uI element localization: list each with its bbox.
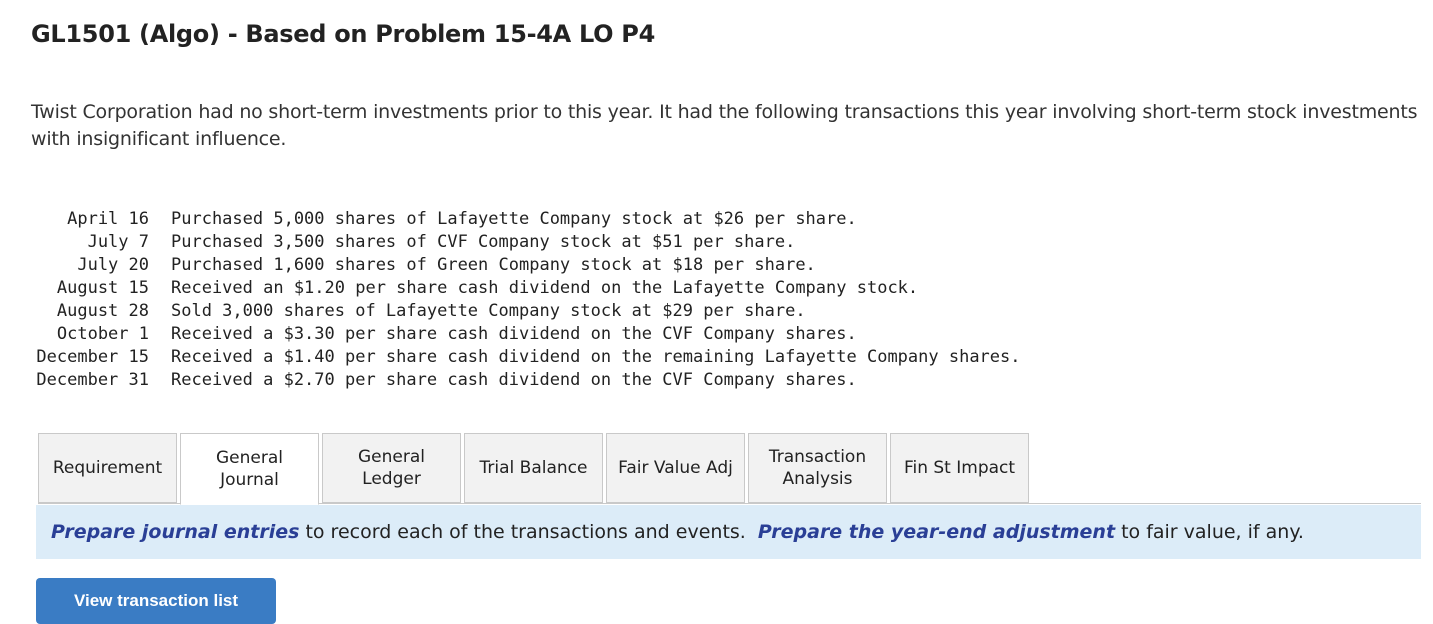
tab-label-line1: Requirement xyxy=(52,458,163,478)
transaction-date: December 31 xyxy=(36,370,149,390)
tab-label-line1: Trial Balance xyxy=(479,458,588,478)
page-title: GL1501 (Algo) - Based on Problem 15-4A L… xyxy=(31,20,655,48)
tab-label-line1: Fair Value Adj xyxy=(618,458,733,478)
transaction-description: Sold 3,000 shares of Lafayette Company s… xyxy=(171,301,806,321)
transaction-description: Received an $1.20 per share cash dividen… xyxy=(171,278,919,298)
tab-label-line2: Journal xyxy=(220,470,279,490)
transaction-row: October 1 Received a $3.30 per share cas… xyxy=(31,323,1021,346)
instruction-bar: Prepare journal entries to record each o… xyxy=(36,505,1421,559)
tab-label-line2: Ledger xyxy=(362,469,421,489)
instruction-emphasis-adjustment: Prepare the year-end adjustment xyxy=(757,521,1116,543)
tab-transaction-analysis[interactable]: Transaction Analysis xyxy=(748,433,887,503)
tab-label-line1: Transaction xyxy=(768,447,867,467)
transaction-date: July 7 xyxy=(87,232,149,252)
tab-fin-st-impact[interactable]: Fin St Impact xyxy=(890,433,1029,503)
transaction-date: July 20 xyxy=(77,255,149,275)
tab-general-ledger[interactable]: General Ledger xyxy=(322,433,461,503)
instruction-emphasis-journal: Prepare journal entries xyxy=(51,521,300,543)
instruction-text-end: to fair value, if any. xyxy=(1115,521,1304,543)
tab-trial-balance[interactable]: Trial Balance xyxy=(464,433,603,503)
transaction-date: April 16 xyxy=(67,209,149,229)
transaction-description: Purchased 1,600 shares of Green Company … xyxy=(171,255,816,275)
transaction-row: August 28 Sold 3,000 shares of Lafayette… xyxy=(31,300,1021,323)
transaction-description: Purchased 5,000 shares of Lafayette Comp… xyxy=(171,209,857,229)
tab-bar: Requirement General Journal General Ledg… xyxy=(38,433,1029,505)
view-transaction-list-button[interactable]: View transaction list xyxy=(36,578,276,624)
transaction-description: Received a $3.30 per share cash dividend… xyxy=(171,324,857,344)
transaction-description: Purchased 3,500 shares of CVF Company st… xyxy=(171,232,796,252)
tab-label-line2: Analysis xyxy=(782,469,853,489)
intro-text: Twist Corporation had no short-term inve… xyxy=(31,101,1418,150)
transaction-date: August 28 xyxy=(56,301,149,321)
tab-fair-value-adj[interactable]: Fair Value Adj xyxy=(606,433,745,503)
transaction-row: July 20 Purchased 1,600 shares of Green … xyxy=(31,254,1021,277)
instruction-text: to record each of the transactions and e… xyxy=(299,521,758,543)
transaction-description: Received a $1.40 per share cash dividend… xyxy=(171,347,1021,367)
tab-label-line1: General xyxy=(358,447,425,467)
tab-label-line1: Fin St Impact xyxy=(903,458,1016,478)
transactions-table: April 16 Purchased 5,000 shares of Lafay… xyxy=(31,208,1021,392)
transaction-date: October 1 xyxy=(56,324,149,344)
tab-requirement[interactable]: Requirement xyxy=(38,433,177,503)
transaction-row: August 15 Received an $1.20 per share ca… xyxy=(31,277,1021,300)
transaction-row: July 7 Purchased 3,500 shares of CVF Com… xyxy=(31,231,1021,254)
transaction-row: December 15 Received a $1.40 per share c… xyxy=(31,346,1021,369)
transaction-description: Received a $2.70 per share cash dividend… xyxy=(171,370,857,390)
transaction-row: December 31 Received a $2.70 per share c… xyxy=(31,369,1021,392)
tab-general-journal[interactable]: General Journal xyxy=(180,433,319,505)
transaction-date: December 15 xyxy=(36,347,149,367)
tab-label-line1: General xyxy=(216,448,283,468)
transaction-row: April 16 Purchased 5,000 shares of Lafay… xyxy=(31,208,1021,231)
transaction-date: August 15 xyxy=(56,278,149,298)
